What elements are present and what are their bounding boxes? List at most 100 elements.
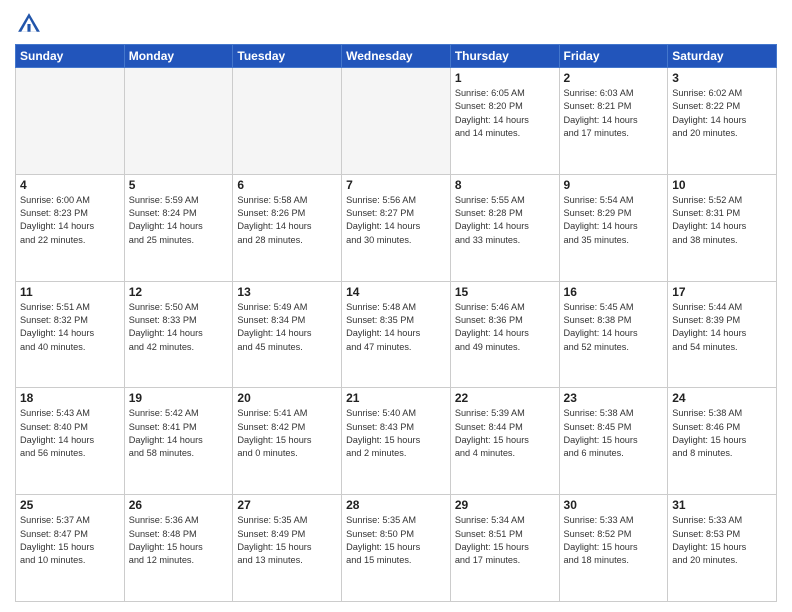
calendar-cell: 27 Sunrise: 5:35 AM Sunset: 8:49 PM Dayli… — [233, 495, 342, 602]
day-info: Sunrise: 5:49 AM Sunset: 8:34 PM Dayligh… — [237, 301, 337, 354]
day-info: Sunrise: 5:34 AM Sunset: 8:51 PM Dayligh… — [455, 514, 555, 567]
calendar-cell: 15Sunrise: 5:46 AM Sunset: 8:36 PM Dayli… — [450, 281, 559, 388]
day-info: Sunrise: 5:42 AM Sunset: 8:41 PM Dayligh… — [129, 407, 229, 460]
weekday-header-sunday: Sunday — [16, 45, 125, 68]
weekday-header-thursday: Thursday — [450, 45, 559, 68]
day-info: Sunrise: 5:33 AM Sunset: 8:53 PM Dayligh… — [672, 514, 772, 567]
calendar-week-3: 18 Sunrise: 5:43 AM Sunset: 8:40 PM Dayli… — [16, 388, 777, 495]
day-info: Sunrise: 5:38 AM Sunset: 8:45 PM Dayligh… — [564, 407, 664, 460]
day-number: 24 — [672, 391, 772, 405]
calendar-cell: 14 Sunrise: 5:48 AM Sunset: 8:35 PM Dayli… — [342, 281, 451, 388]
calendar-cell: 29 Sunrise: 5:34 AM Sunset: 8:51 PM Dayli… — [450, 495, 559, 602]
calendar-cell: 4 Sunrise: 6:00 AM Sunset: 8:23 PM Daylig… — [16, 174, 125, 281]
day-number: 27 — [237, 498, 337, 512]
day-number: 2 — [564, 71, 664, 85]
calendar-cell: 24 Sunrise: 5:38 AM Sunset: 8:46 PM Dayli… — [668, 388, 777, 495]
day-number: 30 — [564, 498, 664, 512]
day-number: 26 — [129, 498, 229, 512]
calendar-cell: 19 Sunrise: 5:42 AM Sunset: 8:41 PM Dayli… — [124, 388, 233, 495]
day-info: Sunrise: 6:03 AM Sunset: 8:21 PM Dayligh… — [564, 87, 664, 140]
day-info: Sunrise: 5:37 AM Sunset: 8:47 PM Dayligh… — [20, 514, 120, 567]
day-info: Sunrise: 5:56 AM Sunset: 8:27 PM Dayligh… — [346, 194, 446, 247]
calendar-cell: 7 Sunrise: 5:56 AM Sunset: 8:27 PM Daylig… — [342, 174, 451, 281]
day-info: Sunrise: 5:41 AM Sunset: 8:42 PM Dayligh… — [237, 407, 337, 460]
weekday-header-saturday: Saturday — [668, 45, 777, 68]
day-number: 6 — [237, 178, 337, 192]
calendar-cell: 5Sunrise: 5:59 AM Sunset: 8:24 PM Daylig… — [124, 174, 233, 281]
day-number: 20 — [237, 391, 337, 405]
day-info: Sunrise: 5:33 AM Sunset: 8:52 PM Dayligh… — [564, 514, 664, 567]
weekday-header-monday: Monday — [124, 45, 233, 68]
calendar-cell — [342, 68, 451, 175]
calendar-cell: 6 Sunrise: 5:58 AM Sunset: 8:26 PM Daylig… — [233, 174, 342, 281]
header — [15, 10, 777, 38]
day-number: 4 — [20, 178, 120, 192]
calendar-cell — [233, 68, 342, 175]
calendar-cell: 25 Sunrise: 5:37 AM Sunset: 8:47 PM Dayli… — [16, 495, 125, 602]
day-info: Sunrise: 5:35 AM Sunset: 8:50 PM Dayligh… — [346, 514, 446, 567]
day-number: 15 — [455, 285, 555, 299]
calendar-week-1: 4 Sunrise: 6:00 AM Sunset: 8:23 PM Daylig… — [16, 174, 777, 281]
calendar-cell: 21 Sunrise: 5:40 AM Sunset: 8:43 PM Dayli… — [342, 388, 451, 495]
day-number: 14 — [346, 285, 446, 299]
day-number: 11 — [20, 285, 120, 299]
day-number: 7 — [346, 178, 446, 192]
day-number: 10 — [672, 178, 772, 192]
logo-icon — [15, 10, 43, 38]
day-number: 22 — [455, 391, 555, 405]
day-number: 19 — [129, 391, 229, 405]
calendar-week-2: 11Sunrise: 5:51 AM Sunset: 8:32 PM Dayli… — [16, 281, 777, 388]
calendar-cell: 26 Sunrise: 5:36 AM Sunset: 8:48 PM Dayli… — [124, 495, 233, 602]
calendar-cell — [124, 68, 233, 175]
calendar-cell: 13 Sunrise: 5:49 AM Sunset: 8:34 PM Dayli… — [233, 281, 342, 388]
day-number: 17 — [672, 285, 772, 299]
day-number: 13 — [237, 285, 337, 299]
calendar-cell: 17 Sunrise: 5:44 AM Sunset: 8:39 PM Dayli… — [668, 281, 777, 388]
day-info: Sunrise: 5:38 AM Sunset: 8:46 PM Dayligh… — [672, 407, 772, 460]
day-info: Sunrise: 5:44 AM Sunset: 8:39 PM Dayligh… — [672, 301, 772, 354]
calendar-cell: 20 Sunrise: 5:41 AM Sunset: 8:42 PM Dayli… — [233, 388, 342, 495]
calendar-cell: 22Sunrise: 5:39 AM Sunset: 8:44 PM Dayli… — [450, 388, 559, 495]
calendar-week-0: 1 Sunrise: 6:05 AM Sunset: 8:20 PM Daylig… — [16, 68, 777, 175]
calendar-week-4: 25 Sunrise: 5:37 AM Sunset: 8:47 PM Dayli… — [16, 495, 777, 602]
day-number: 28 — [346, 498, 446, 512]
day-number: 25 — [20, 498, 120, 512]
day-number: 29 — [455, 498, 555, 512]
day-info: Sunrise: 5:52 AM Sunset: 8:31 PM Dayligh… — [672, 194, 772, 247]
day-info: Sunrise: 5:58 AM Sunset: 8:26 PM Dayligh… — [237, 194, 337, 247]
day-number: 18 — [20, 391, 120, 405]
day-info: Sunrise: 5:35 AM Sunset: 8:49 PM Dayligh… — [237, 514, 337, 567]
logo — [15, 10, 47, 38]
day-number: 31 — [672, 498, 772, 512]
day-number: 23 — [564, 391, 664, 405]
day-info: Sunrise: 5:54 AM Sunset: 8:29 PM Dayligh… — [564, 194, 664, 247]
calendar-cell — [16, 68, 125, 175]
day-info: Sunrise: 6:05 AM Sunset: 8:20 PM Dayligh… — [455, 87, 555, 140]
day-number: 21 — [346, 391, 446, 405]
day-info: Sunrise: 5:36 AM Sunset: 8:48 PM Dayligh… — [129, 514, 229, 567]
calendar-cell: 31 Sunrise: 5:33 AM Sunset: 8:53 PM Dayli… — [668, 495, 777, 602]
calendar-cell: 30 Sunrise: 5:33 AM Sunset: 8:52 PM Dayli… — [559, 495, 668, 602]
calendar-cell: 16Sunrise: 5:45 AM Sunset: 8:38 PM Dayli… — [559, 281, 668, 388]
day-info: Sunrise: 5:40 AM Sunset: 8:43 PM Dayligh… — [346, 407, 446, 460]
calendar-cell: 9Sunrise: 5:54 AM Sunset: 8:29 PM Daylig… — [559, 174, 668, 281]
day-number: 8 — [455, 178, 555, 192]
day-number: 1 — [455, 71, 555, 85]
day-info: Sunrise: 6:02 AM Sunset: 8:22 PM Dayligh… — [672, 87, 772, 140]
calendar-cell: 23 Sunrise: 5:38 AM Sunset: 8:45 PM Dayli… — [559, 388, 668, 495]
calendar-table: SundayMondayTuesdayWednesdayThursdayFrid… — [15, 44, 777, 602]
day-info: Sunrise: 5:55 AM Sunset: 8:28 PM Dayligh… — [455, 194, 555, 247]
calendar-cell: 11Sunrise: 5:51 AM Sunset: 8:32 PM Dayli… — [16, 281, 125, 388]
calendar-cell: 28 Sunrise: 5:35 AM Sunset: 8:50 PM Dayli… — [342, 495, 451, 602]
day-number: 12 — [129, 285, 229, 299]
day-info: Sunrise: 6:00 AM Sunset: 8:23 PM Dayligh… — [20, 194, 120, 247]
day-number: 3 — [672, 71, 772, 85]
day-info: Sunrise: 5:48 AM Sunset: 8:35 PM Dayligh… — [346, 301, 446, 354]
day-info: Sunrise: 5:43 AM Sunset: 8:40 PM Dayligh… — [20, 407, 120, 460]
weekday-header-tuesday: Tuesday — [233, 45, 342, 68]
calendar-cell: 18 Sunrise: 5:43 AM Sunset: 8:40 PM Dayli… — [16, 388, 125, 495]
calendar-cell: 8 Sunrise: 5:55 AM Sunset: 8:28 PM Daylig… — [450, 174, 559, 281]
day-number: 5 — [129, 178, 229, 192]
day-info: Sunrise: 5:45 AM Sunset: 8:38 PM Dayligh… — [564, 301, 664, 354]
day-info: Sunrise: 5:50 AM Sunset: 8:33 PM Dayligh… — [129, 301, 229, 354]
